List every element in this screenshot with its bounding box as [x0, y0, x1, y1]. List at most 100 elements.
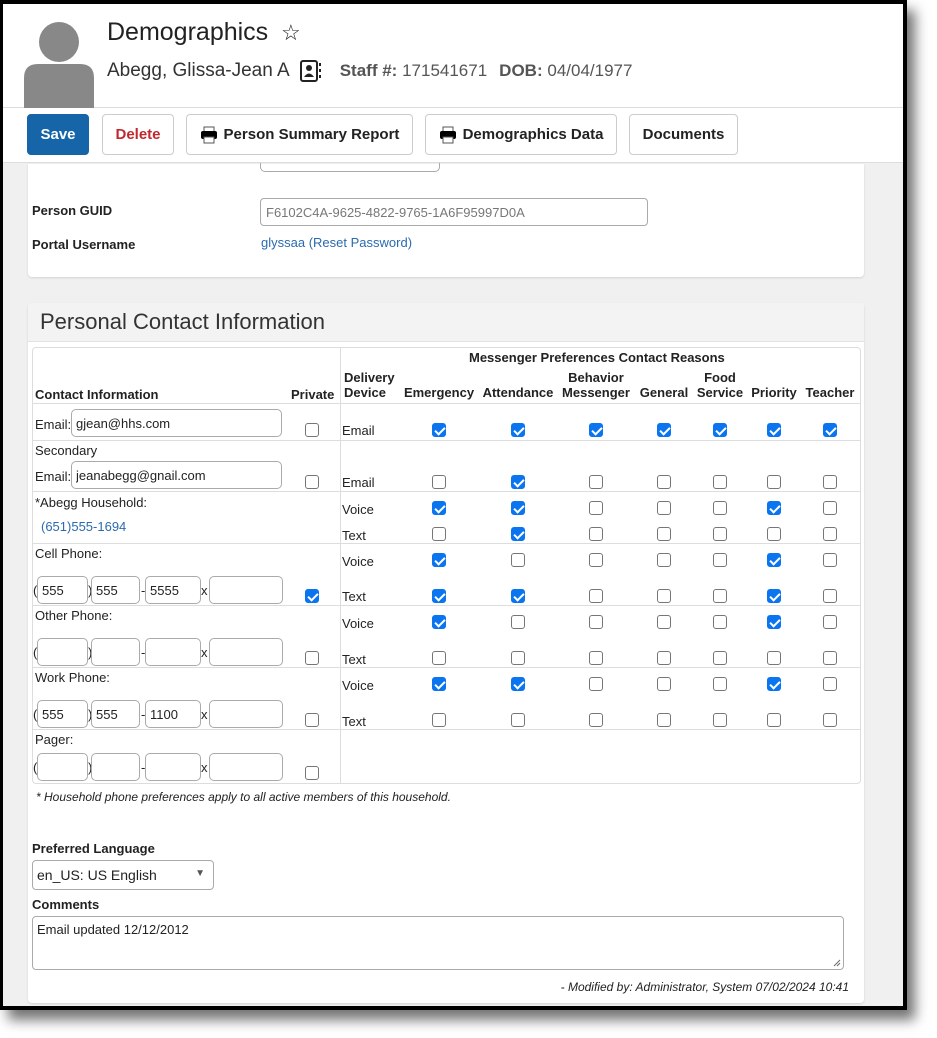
work-voice-pref-checkbox-4[interactable]	[657, 677, 671, 691]
comments-field[interactable]: Email updated 12/12/2012	[32, 916, 844, 970]
cell-text-pref-checkbox-3[interactable]	[589, 589, 603, 603]
pager-phone-area-field[interactable]	[37, 753, 88, 781]
secondary-email-pref-checkbox-2[interactable]	[511, 475, 525, 489]
cell-voice-pref-checkbox-6[interactable]	[767, 553, 781, 567]
other-text-pref-checkbox-4[interactable]	[657, 651, 671, 665]
secondary-email-pref-checkbox-4[interactable]	[657, 475, 671, 489]
delete-button[interactable]: Delete	[102, 114, 174, 155]
household-text-pref-checkbox-4[interactable]	[657, 527, 671, 541]
email-pref-checkbox-2[interactable]	[511, 423, 525, 437]
secondary-email-pref-checkbox-1[interactable]	[432, 475, 446, 489]
partial-input-field[interactable]	[260, 163, 440, 172]
person-guid-field[interactable]	[260, 198, 648, 226]
household-voice-pref-checkbox-5[interactable]	[713, 501, 727, 515]
contact-card-icon[interactable]	[299, 60, 322, 82]
documents-button[interactable]: Documents	[629, 114, 738, 155]
email-pref-checkbox-6[interactable]	[767, 423, 781, 437]
email-pref-checkbox-1[interactable]	[432, 423, 446, 437]
household-voice-pref-checkbox-7[interactable]	[823, 501, 837, 515]
work-phone-ext-field[interactable]	[209, 700, 283, 728]
household-voice-pref-checkbox-6[interactable]	[767, 501, 781, 515]
other-voice-pref-checkbox-3[interactable]	[589, 615, 603, 629]
secondary-email-pref-checkbox-7[interactable]	[823, 475, 837, 489]
person-summary-report-button[interactable]: Person Summary Report	[186, 114, 413, 155]
cell-phone-line-field[interactable]	[145, 576, 201, 604]
work-text-pref-checkbox-5[interactable]	[713, 713, 727, 727]
cell-text-pref-checkbox-4[interactable]	[657, 589, 671, 603]
work-voice-pref-checkbox-7[interactable]	[823, 677, 837, 691]
household-text-pref-checkbox-6[interactable]	[767, 527, 781, 541]
other-phone-area-field[interactable]	[37, 638, 88, 666]
cell-text-pref-checkbox-5[interactable]	[713, 589, 727, 603]
other-voice-pref-checkbox-6[interactable]	[767, 615, 781, 629]
work-text-pref-checkbox-2[interactable]	[511, 713, 525, 727]
demographics-data-button[interactable]: Demographics Data	[425, 114, 617, 155]
other-phone-prefix-field[interactable]	[91, 638, 140, 666]
work-voice-pref-checkbox-1[interactable]	[432, 677, 446, 691]
other-text-pref-checkbox-3[interactable]	[589, 651, 603, 665]
other-voice-pref-checkbox-2[interactable]	[511, 615, 525, 629]
work-text-pref-checkbox-4[interactable]	[657, 713, 671, 727]
cell-voice-pref-checkbox-2[interactable]	[511, 553, 525, 567]
work-text-pref-checkbox-3[interactable]	[589, 713, 603, 727]
preferred-language-select[interactable]: en_US: US English ▼	[32, 860, 214, 890]
other-text-pref-checkbox-2[interactable]	[511, 651, 525, 665]
pager-phone-line-field[interactable]	[145, 753, 201, 781]
other-phone-line-field[interactable]	[145, 638, 201, 666]
other-text-pref-checkbox-7[interactable]	[823, 651, 837, 665]
other-voice-pref-checkbox-4[interactable]	[657, 615, 671, 629]
resize-grip-icon[interactable]	[833, 959, 841, 967]
cell-phone-prefix-field[interactable]	[91, 576, 140, 604]
email-private-checkbox[interactable]	[305, 423, 319, 437]
work-phone-prefix-field[interactable]	[91, 700, 140, 728]
cell-voice-pref-checkbox-5[interactable]	[713, 553, 727, 567]
cell-voice-pref-checkbox-1[interactable]	[432, 553, 446, 567]
work-private-checkbox[interactable]	[305, 713, 319, 727]
household-phone-link[interactable]: (651)555-1694	[41, 519, 126, 534]
email-pref-checkbox-3[interactable]	[589, 423, 603, 437]
cell-text-pref-checkbox-6[interactable]	[767, 589, 781, 603]
cell-text-pref-checkbox-7[interactable]	[823, 589, 837, 603]
secondary-email-pref-checkbox-6[interactable]	[767, 475, 781, 489]
secondary-email-private-checkbox[interactable]	[305, 475, 319, 489]
household-text-pref-checkbox-1[interactable]	[432, 527, 446, 541]
cell-phone-area-field[interactable]	[37, 576, 88, 604]
other-text-pref-checkbox-5[interactable]	[713, 651, 727, 665]
household-voice-pref-checkbox-1[interactable]	[432, 501, 446, 515]
save-button[interactable]: Save	[27, 114, 89, 155]
work-voice-pref-checkbox-6[interactable]	[767, 677, 781, 691]
cell-private-checkbox[interactable]	[305, 589, 319, 603]
household-text-pref-checkbox-5[interactable]	[713, 527, 727, 541]
cell-phone-ext-field[interactable]	[209, 576, 283, 604]
other-voice-pref-checkbox-7[interactable]	[823, 615, 837, 629]
other-text-pref-checkbox-6[interactable]	[767, 651, 781, 665]
other-voice-pref-checkbox-1[interactable]	[432, 615, 446, 629]
email-field[interactable]	[71, 409, 282, 437]
other-voice-pref-checkbox-5[interactable]	[713, 615, 727, 629]
work-voice-pref-checkbox-3[interactable]	[589, 677, 603, 691]
work-text-pref-checkbox-6[interactable]	[767, 713, 781, 727]
other-private-checkbox[interactable]	[305, 651, 319, 665]
household-text-pref-checkbox-7[interactable]	[823, 527, 837, 541]
star-outline-icon[interactable]: ☆	[281, 20, 301, 46]
other-phone-ext-field[interactable]	[209, 638, 283, 666]
work-text-pref-checkbox-1[interactable]	[432, 713, 446, 727]
secondary-email-field[interactable]	[71, 461, 282, 489]
email-pref-checkbox-7[interactable]	[823, 423, 837, 437]
work-voice-pref-checkbox-2[interactable]	[511, 677, 525, 691]
pager-phone-ext-field[interactable]	[209, 753, 283, 781]
pager-phone-prefix-field[interactable]	[91, 753, 140, 781]
other-text-pref-checkbox-1[interactable]	[432, 651, 446, 665]
pager-private-checkbox[interactable]	[305, 766, 319, 780]
household-text-pref-checkbox-3[interactable]	[589, 527, 603, 541]
reset-password-link[interactable]: Reset Password	[313, 235, 408, 250]
secondary-email-pref-checkbox-5[interactable]	[713, 475, 727, 489]
email-pref-checkbox-5[interactable]	[713, 423, 727, 437]
email-pref-checkbox-4[interactable]	[657, 423, 671, 437]
household-text-pref-checkbox-2[interactable]	[511, 527, 525, 541]
work-phone-line-field[interactable]	[145, 700, 201, 728]
cell-voice-pref-checkbox-7[interactable]	[823, 553, 837, 567]
cell-voice-pref-checkbox-4[interactable]	[657, 553, 671, 567]
work-voice-pref-checkbox-5[interactable]	[713, 677, 727, 691]
household-voice-pref-checkbox-3[interactable]	[589, 501, 603, 515]
